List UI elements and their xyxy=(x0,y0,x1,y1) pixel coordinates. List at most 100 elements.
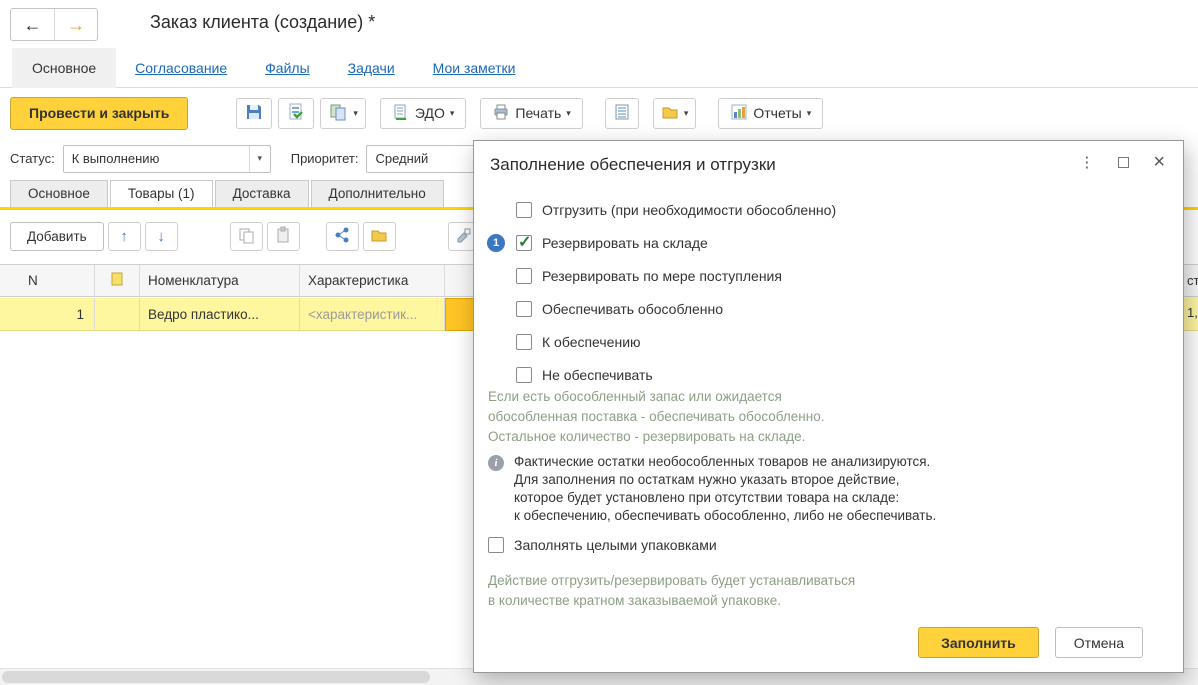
order-badge: 1 xyxy=(487,234,505,252)
pack-hint: Действие отгрузить/резервировать будет у… xyxy=(488,571,855,611)
nav-tab-approval[interactable]: Согласование xyxy=(135,60,227,76)
post-and-close-button[interactable]: Провести и закрыть xyxy=(10,97,188,130)
option-reserve-on-receipt[interactable]: Резервировать по мере поступления xyxy=(474,259,1183,292)
tab-goods[interactable]: Товары (1) xyxy=(110,180,213,207)
back-arrow-icon: ← xyxy=(24,15,42,35)
paste-row-button[interactable] xyxy=(267,222,300,251)
status-label: Статус: xyxy=(10,151,55,166)
option-reserve-warehouse[interactable]: 1 Резервировать на складе xyxy=(474,226,1183,259)
create-based-on-icon xyxy=(328,102,348,125)
priority-label: Приоритет: xyxy=(291,151,359,166)
share-structure-icon xyxy=(333,226,351,247)
row-icon-cell[interactable] xyxy=(95,298,140,330)
option-label: Не обеспечивать xyxy=(542,367,653,383)
app-window: ← → Заказ клиента (создание) * Основное … xyxy=(0,0,1198,685)
history-nav-group: ← → xyxy=(10,8,98,41)
back-button[interactable]: ← xyxy=(11,9,54,40)
move-down-button[interactable]: ↓ xyxy=(145,222,178,251)
copy-row-button[interactable] xyxy=(230,222,263,251)
fill-provision-dialog: Заполнение обеспечения и отгрузки ⋮ × От… xyxy=(473,140,1184,673)
nav-tab-files[interactable]: Файлы xyxy=(265,60,309,76)
checkbox[interactable] xyxy=(516,367,532,383)
maximize-icon[interactable] xyxy=(1118,157,1129,168)
barcode-scanner-icon xyxy=(455,226,473,247)
attachments-button[interactable]: ▾ xyxy=(653,98,697,129)
reports-button[interactable]: Отчеты ▾ xyxy=(718,98,823,129)
folder-icon xyxy=(661,103,679,124)
save-button[interactable] xyxy=(236,98,272,129)
checkbox[interactable] xyxy=(516,235,532,251)
edo-button[interactable]: ЭДО ▾ xyxy=(380,98,467,129)
column-header-n[interactable]: N xyxy=(0,265,95,296)
option-label: Отгрузить (при необходимости обособленно… xyxy=(542,202,836,218)
checkbox[interactable] xyxy=(516,301,532,317)
clipped-column-header: ст xyxy=(1186,264,1198,297)
status-value: К выполнению xyxy=(64,146,249,172)
nav-tab-notes[interactable]: Мои заметки xyxy=(433,60,516,76)
chevron-down-icon: ▾ xyxy=(566,108,571,119)
status-select[interactable]: К выполнению ▾ xyxy=(63,145,271,173)
more-menu-icon[interactable]: ⋮ xyxy=(1079,153,1094,171)
active-edit-cell[interactable] xyxy=(445,298,474,331)
forward-arrow-icon: → xyxy=(67,15,85,35)
option-label: Обеспечивать обособленно xyxy=(542,301,723,317)
nomenclature-cell[interactable]: Ведро пластико... xyxy=(140,298,300,330)
dialog-window-controls: ⋮ × xyxy=(1079,153,1165,171)
tab-delivery[interactable]: Доставка xyxy=(215,180,309,207)
checkbox[interactable] xyxy=(516,334,532,350)
option-label: Резервировать по мере поступления xyxy=(542,268,782,284)
info-icon: i xyxy=(488,455,504,471)
edo-icon xyxy=(392,103,410,124)
post-document-icon xyxy=(286,102,306,125)
structure-button[interactable] xyxy=(326,222,359,251)
dialog-footer: Заполнить Отмена xyxy=(918,627,1143,658)
open-catalog-button[interactable] xyxy=(363,222,396,251)
option-to-provision[interactable]: К обеспечению xyxy=(474,325,1183,358)
main-nav: Основное Согласование Файлы Задачи Мои з… xyxy=(0,48,1198,88)
checkbox[interactable] xyxy=(488,537,504,553)
option-ship[interactable]: Отгрузить (при необходимости обособленно… xyxy=(474,193,1183,226)
tab-main[interactable]: Основное xyxy=(10,180,108,207)
nav-tab-main[interactable]: Основное xyxy=(12,48,116,88)
checkbox[interactable] xyxy=(516,202,532,218)
info-text: Фактические остатки необособленных товар… xyxy=(514,453,936,525)
chart-icon xyxy=(730,103,748,124)
row-number-cell[interactable]: 1 xyxy=(0,298,95,330)
create-based-on-button[interactable]: ▾ xyxy=(320,98,366,129)
option-label: Резервировать на складе xyxy=(542,235,708,251)
top-bar: ← → Заказ клиента (создание) * xyxy=(0,0,1198,48)
fill-button[interactable]: Заполнить xyxy=(918,627,1039,658)
cancel-button[interactable]: Отмена xyxy=(1055,627,1143,658)
print-button[interactable]: Печать ▾ xyxy=(480,98,582,129)
close-icon[interactable]: × xyxy=(1153,155,1165,169)
register-records-button[interactable] xyxy=(605,98,639,129)
option-label: К обеспечению xyxy=(542,334,641,350)
column-header-nomenclature[interactable]: Номенклатура xyxy=(140,265,300,296)
column-header-row-icon[interactable] xyxy=(95,265,140,296)
column-header-characteristic[interactable]: Характеристика xyxy=(300,265,445,296)
page-title: Заказ клиента (создание) * xyxy=(150,12,375,33)
forward-button[interactable]: → xyxy=(54,9,97,40)
command-bar: Провести и закрыть ▾ ЭДО ▾ Печать ▾ ▾ xyxy=(0,89,1198,137)
option-provide-separately[interactable]: Обеспечивать обособленно xyxy=(474,292,1183,325)
scrollbar-thumb[interactable] xyxy=(2,671,430,683)
move-up-button[interactable]: ↑ xyxy=(108,222,141,251)
copy-icon xyxy=(237,226,255,247)
edo-label: ЭДО xyxy=(415,105,445,121)
arrow-down-icon: ↓ xyxy=(157,228,165,245)
fill-whole-packs-option[interactable]: Заполнять целыми упаковками xyxy=(488,537,717,553)
tab-additional[interactable]: Дополнительно xyxy=(311,180,444,207)
characteristic-cell[interactable]: <характеристик... xyxy=(300,298,445,330)
provision-hint: Если есть обособленный запас или ожидает… xyxy=(488,387,824,447)
post-document-button[interactable] xyxy=(278,98,314,129)
chevron-down-icon[interactable]: ▾ xyxy=(249,146,270,172)
checkbox[interactable] xyxy=(516,268,532,284)
nav-tab-tasks[interactable]: Задачи xyxy=(348,60,395,76)
characteristic-placeholder: <характеристик... xyxy=(308,307,417,322)
add-row-button[interactable]: Добавить xyxy=(10,222,104,251)
chevron-down-icon: ▾ xyxy=(807,108,812,119)
dialog-title: Заполнение обеспечения и отгрузки xyxy=(490,155,776,175)
print-label: Печать xyxy=(515,105,561,121)
printer-icon xyxy=(492,103,510,124)
chevron-down-icon: ▾ xyxy=(684,108,689,119)
